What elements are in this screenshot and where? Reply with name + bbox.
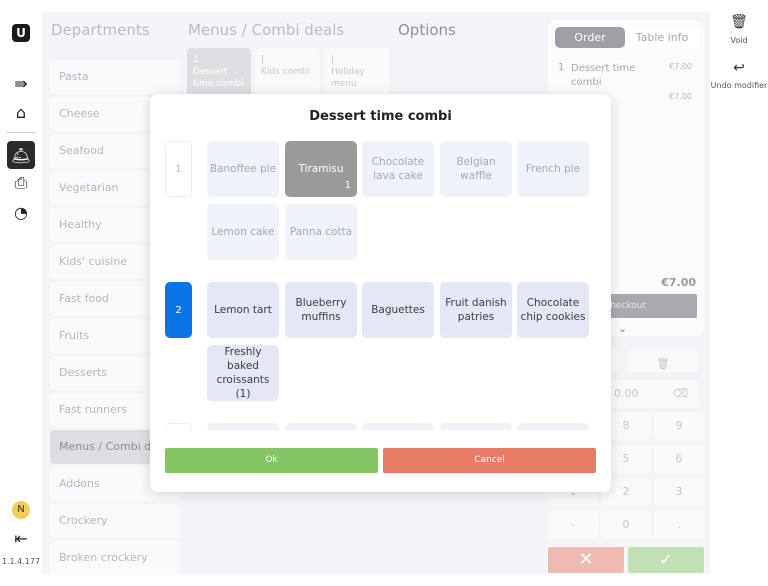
- group-number[interactable]: 2: [165, 282, 192, 338]
- option-item[interactable]: Tiramisu 1: [285, 141, 357, 197]
- group-number[interactable]: 1: [165, 141, 192, 197]
- line-price: €7.00: [669, 62, 692, 71]
- undo-icon[interactable]: ↩: [710, 60, 768, 76]
- option-item[interactable]: Freshly baked croissants (1): [207, 345, 279, 401]
- numpad-key[interactable]: 3: [654, 478, 704, 506]
- option-item[interactable]: [440, 423, 512, 430]
- menu-tab[interactable]: | Holiday menu: [325, 48, 389, 98]
- option-item[interactable]: Baguettes: [362, 282, 434, 338]
- action-column: 🗑︎ Void ↩ Undo modifier: [710, 0, 768, 586]
- options-title: Options: [398, 21, 456, 39]
- numpad-key[interactable]: -: [548, 511, 598, 539]
- departments-title: Departments: [51, 21, 150, 39]
- backspace-icon: ⌫: [672, 387, 688, 400]
- trash-icon[interactable]: 🗑︎: [710, 14, 768, 30]
- option-item[interactable]: Chocolate lava cake: [362, 141, 434, 197]
- app-logo: U: [8, 20, 34, 46]
- option-item[interactable]: Chocolate chip cookies: [517, 282, 589, 338]
- department-item[interactable]: Broken crockery: [50, 541, 180, 575]
- service-bell-icon[interactable]: 🛎︎: [7, 141, 35, 169]
- selected-count-badge: 1: [344, 180, 351, 191]
- group-number[interactable]: [165, 423, 192, 430]
- option-item[interactable]: Blueberry muffins: [285, 282, 357, 338]
- close-icon[interactable]: ✕: [548, 547, 624, 573]
- tab-order[interactable]: Order: [555, 27, 625, 48]
- avatar[interactable]: N: [12, 501, 30, 519]
- check-icon[interactable]: ✓: [628, 547, 704, 573]
- void-button[interactable]: Void: [710, 36, 768, 45]
- option-item[interactable]: Lemon tart: [207, 282, 279, 338]
- home-icon[interactable]: ⌂: [8, 99, 34, 125]
- modal-title: Dessert time combi: [309, 109, 452, 124]
- logout-icon[interactable]: ⇤: [8, 525, 34, 551]
- numpad-key[interactable]: 6: [654, 445, 704, 473]
- order-total: €7.00: [661, 276, 696, 289]
- line-qty: 1: [558, 62, 565, 73]
- option-item[interactable]: Banoffee pie: [207, 141, 279, 197]
- printer-icon[interactable]: ⎙: [8, 170, 34, 196]
- numpad-key[interactable]: .: [654, 511, 704, 539]
- menu-tab[interactable]: | Kids combi: [255, 48, 319, 98]
- menus-title: Menus / Combi deals: [188, 21, 345, 39]
- option-item[interactable]: [207, 423, 279, 430]
- combi-modal: Dessert time combi 1 Banoffee pie Tiramisu…: [150, 94, 611, 492]
- option-item[interactable]: [285, 423, 357, 430]
- nav-rail: U ⇛ ⌂ 🛎︎ ⎙ ◔ N ⇤ 1.1.4.177: [0, 0, 42, 586]
- cancel-button[interactable]: Cancel: [383, 448, 596, 473]
- numpad-key[interactable]: 0: [601, 511, 651, 539]
- undo-modifier-button[interactable]: Undo modifier: [710, 81, 768, 90]
- line-price: €7.00: [669, 92, 692, 101]
- department-item[interactable]: Crockery: [50, 504, 180, 538]
- pie-chart-icon[interactable]: ◔: [8, 199, 34, 225]
- divider: [6, 132, 36, 133]
- option-item[interactable]: Fruit danish patries: [440, 282, 512, 338]
- trash-icon[interactable]: 🗑︎: [628, 350, 698, 372]
- option-item[interactable]: Lemon cake: [207, 204, 279, 260]
- department-item[interactable]: Pasta: [50, 60, 180, 94]
- numpad-key[interactable]: 9: [654, 412, 704, 440]
- line-name[interactable]: Dessert time combi: [571, 62, 641, 90]
- option-item[interactable]: Belgian waffle: [440, 141, 512, 197]
- groups-scroll[interactable]: 1 Banoffee pie Tiramisu 1 Chocolate lava cak…: [150, 140, 611, 430]
- option-item[interactable]: Panna cotta: [285, 204, 357, 260]
- tab-table-info[interactable]: Table info: [627, 27, 697, 48]
- menu-tab[interactable]: 1 Dessert time combi: [187, 48, 251, 98]
- option-item[interactable]: French pie: [517, 141, 589, 197]
- chevron-down-icon[interactable]: ⌄: [618, 322, 627, 335]
- version-label: 1.1.4.177: [1, 557, 41, 566]
- ok-button[interactable]: Ok: [165, 448, 378, 473]
- collapse-arrow-icon[interactable]: ⇛: [8, 70, 34, 96]
- option-item[interactable]: [517, 423, 589, 430]
- option-item[interactable]: [362, 423, 434, 430]
